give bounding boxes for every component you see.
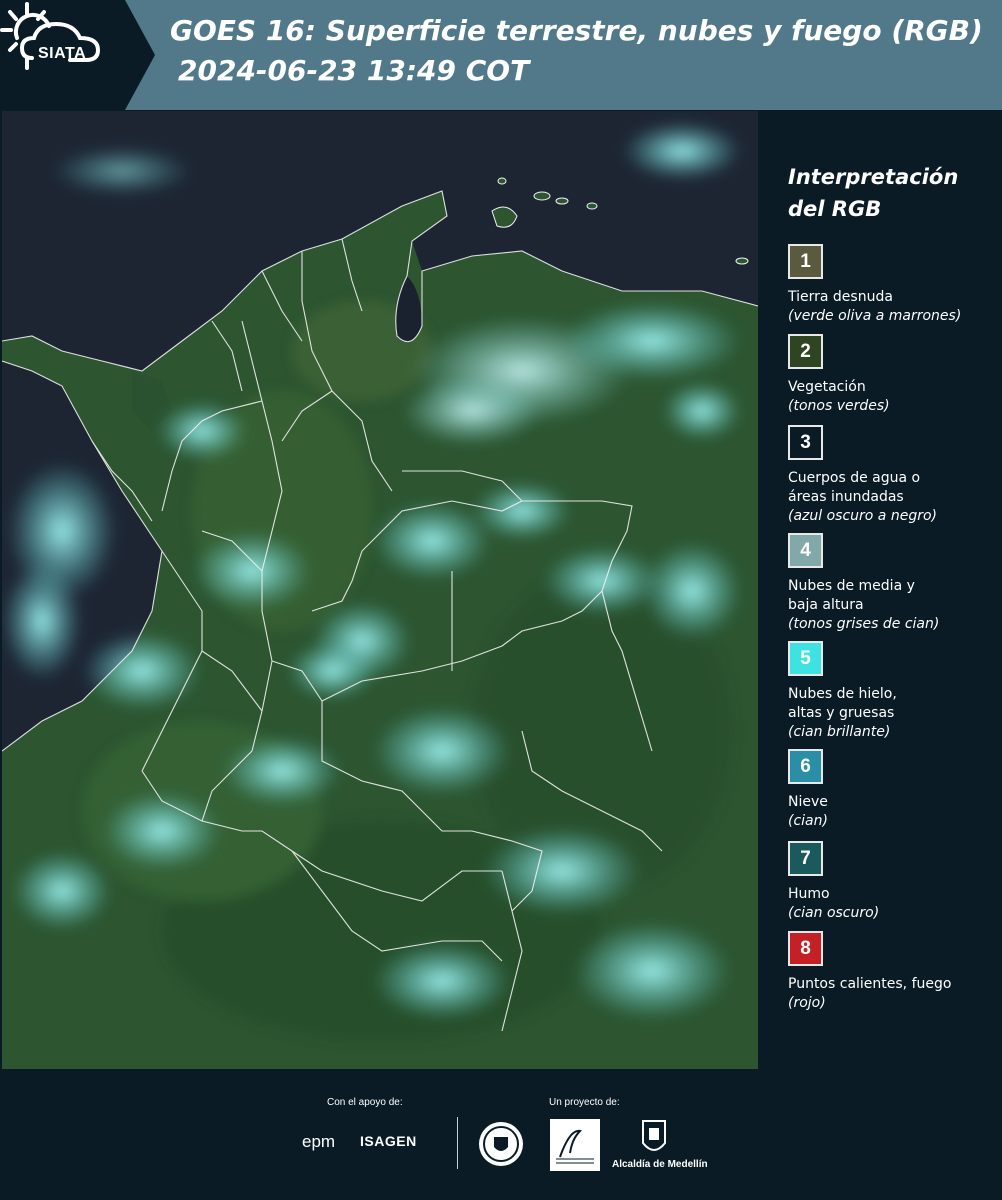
legend-item-label: Cuerpos de agua o áreas inundadas (788, 470, 921, 505)
legend-item: 2 Vegetación (tonos verdes) (788, 334, 998, 416)
legend-item-desc: (cian) (788, 813, 828, 829)
legend-item: 4 Nubes de media y baja altura (tonos gr… (788, 533, 998, 634)
legend-swatch: 7 (788, 841, 823, 876)
legend-item-label: Nubes de hielo, altas y gruesas (788, 686, 897, 721)
alcaldia-label: Alcaldía de Medellín (612, 1159, 708, 1170)
legend-item-desc: (tonos grises de cian) (788, 616, 940, 632)
legend-item-desc: (cian brillante) (788, 724, 891, 740)
header-bar: SIATA GOES 16: Superficie terrestre, nub… (0, 0, 1002, 110)
legend-title: Interpretación del RGB (788, 165, 959, 221)
legend-swatch: 4 (788, 533, 823, 568)
legend-panel: Interpretación del RGB 1 Tierra desnuda … (760, 111, 1002, 1069)
siata-logo-icon[interactable] (0, 0, 112, 80)
legend-item: 1 Tierra desnuda (verde oliva a marrones… (788, 244, 998, 326)
legend-item: 6 Nieve (cian) (788, 749, 998, 831)
legend-item-label: Tierra desnuda (788, 289, 893, 305)
isagen-logo[interactable]: ISAGEN (360, 1133, 417, 1149)
legend-item: 7 Humo (cian oscuro) (788, 841, 998, 923)
legend-item-desc: (verde oliva a marrones) (788, 308, 962, 324)
legend-item-label: Puntos calientes, fuego (788, 976, 952, 992)
legend-item: 8 Puntos calientes, fuego (rojo) (788, 931, 998, 1013)
timestamp: 2024-06-23 13:49 COT (178, 54, 530, 87)
epm-logo[interactable]: epm (302, 1132, 335, 1152)
project-label: Un proyecto de: (549, 1097, 620, 1108)
page-title: GOES 16: Superficie terrestre, nubes y f… (170, 14, 983, 47)
logo-tab: SIATA (0, 0, 155, 110)
legend-item-desc: (tonos verdes) (788, 398, 890, 414)
footer-divider (457, 1117, 458, 1169)
satellite-map[interactable] (2, 111, 758, 1069)
university-seal-icon[interactable] (477, 1119, 525, 1169)
legend-swatch: 1 (788, 244, 823, 279)
legend-swatch: 8 (788, 931, 823, 966)
area-metropolitana-logo-icon[interactable] (550, 1119, 600, 1171)
footer: Con el apoyo de: Un proyecto de: epm ISA… (0, 1069, 1002, 1200)
legend-item-desc: (rojo) (788, 995, 826, 1011)
legend-item-label: Humo (788, 886, 830, 902)
legend-swatch: 6 (788, 749, 823, 784)
medellin-shield-icon[interactable] (641, 1119, 667, 1157)
satellite-rgb-image (2, 111, 758, 1069)
logo-text: SIATA (38, 45, 87, 62)
legend-item-label: Nubes de media y baja altura (788, 578, 915, 613)
legend-swatch: 2 (788, 334, 823, 369)
legend-item: 3 Cuerpos de agua o áreas inundadas (azu… (788, 425, 998, 526)
legend-item-label: Nieve (788, 794, 828, 810)
support-label: Con el apoyo de: (327, 1097, 403, 1108)
legend-swatch: 5 (788, 641, 823, 676)
legend-item: 5 Nubes de hielo, altas y gruesas (cian … (788, 641, 998, 742)
legend-swatch: 3 (788, 425, 823, 460)
legend-item-label: Vegetación (788, 379, 866, 395)
legend-item-desc: (cian oscuro) (788, 905, 880, 921)
legend-item-desc: (azul oscuro a negro) (788, 508, 937, 524)
